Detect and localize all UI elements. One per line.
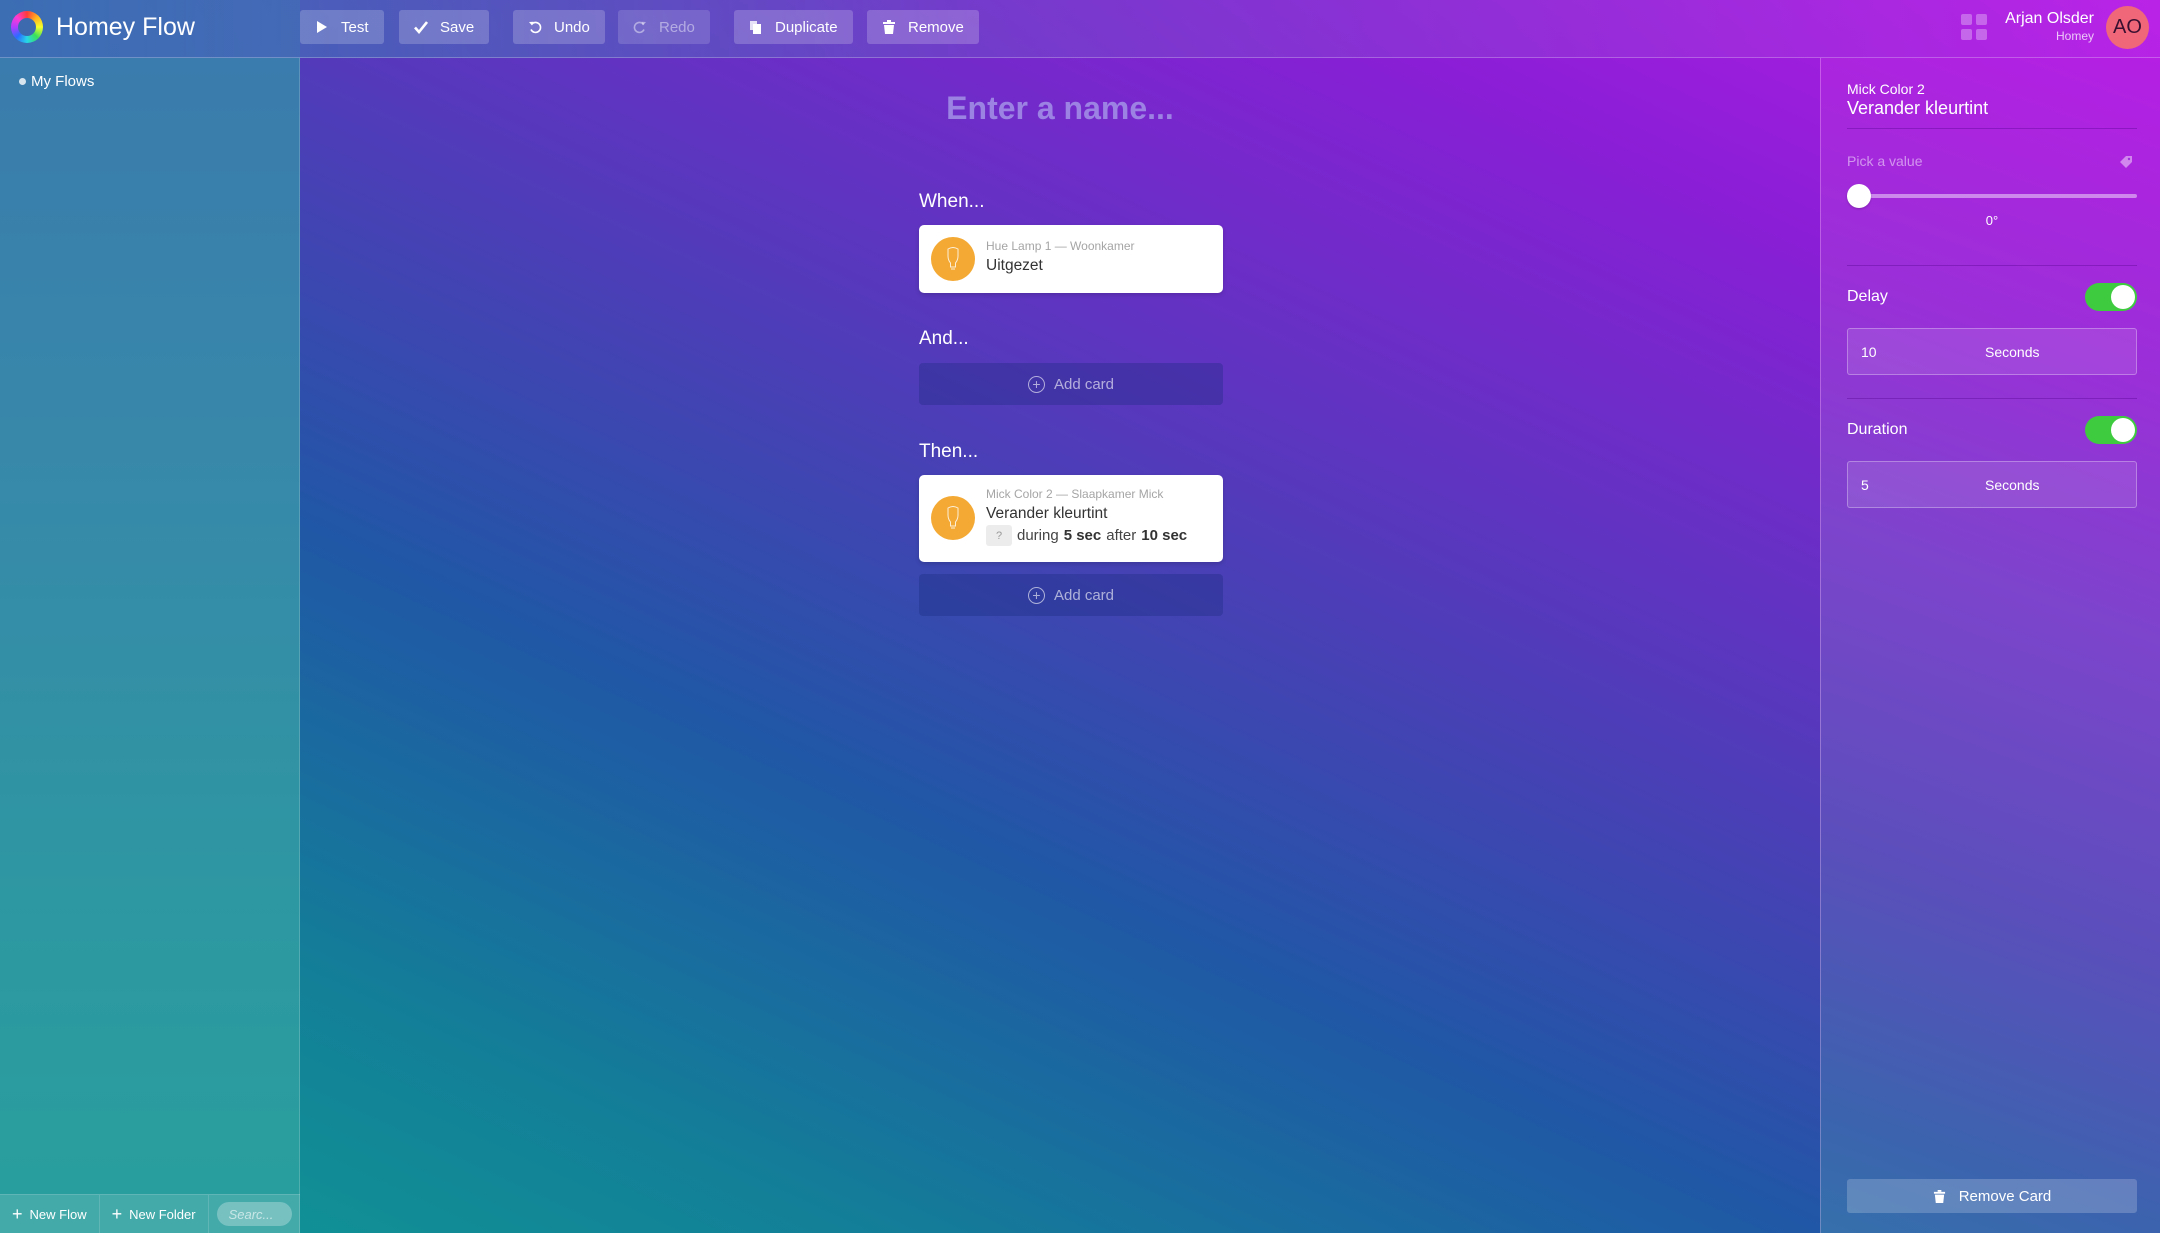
search-input[interactable] (216, 1202, 292, 1226)
when-card[interactable]: Hue Lamp 1 — Woonkamer Uitgezet (919, 225, 1223, 293)
sidebar-footer: + New Flow + New Folder (0, 1194, 300, 1233)
hue-argument-placeholder[interactable]: ? (986, 525, 1012, 546)
duplicate-button[interactable]: Duplicate (734, 10, 853, 44)
app-title: Homey Flow (56, 13, 195, 41)
homey-logo-icon (11, 11, 43, 43)
trash-icon (1933, 1189, 1945, 1203)
remove-button-label: Remove (908, 18, 964, 36)
delay-label: Delay (1847, 288, 1888, 305)
delay-toggle[interactable] (2085, 283, 2137, 311)
sidebar-item-my-flows[interactable]: My Flows (19, 73, 94, 90)
then-section-label: Then... (919, 441, 979, 462)
panel-card-owner: Mick Color 2 (1847, 81, 1925, 97)
card-title: Verander kleurtint (986, 505, 1108, 522)
add-card-label: Add card (1053, 586, 1115, 604)
duration-input[interactable]: 5 Seconds (1847, 461, 2137, 508)
duration-unit-select[interactable]: Seconds (1985, 477, 2039, 493)
play-icon (317, 21, 327, 33)
redo-button-label: Redo (659, 18, 695, 36)
card-title: Uitgezet (986, 257, 1043, 274)
duration-input-value[interactable]: 5 (1848, 477, 1985, 493)
top-bar: Homey Flow Test Save Undo Redo Duplicate… (0, 0, 2160, 58)
add-and-card-button[interactable]: + Add card (919, 363, 1223, 405)
remove-button[interactable]: Remove (867, 10, 979, 44)
during-word: during (1017, 527, 1059, 544)
test-button-label: Test (341, 18, 369, 36)
duration-label: Duration (1847, 421, 1908, 438)
user-name: Arjan Olsder (2005, 10, 2094, 27)
hue-slider[interactable] (1847, 184, 2137, 208)
plus-circle-icon: + (1027, 375, 1045, 393)
delay-unit-select[interactable]: Seconds (1985, 344, 2039, 360)
and-section-label: And... (919, 328, 969, 349)
trash-icon (883, 20, 895, 34)
undo-button[interactable]: Undo (513, 10, 605, 44)
card-owner: Mick Color 2 — Slaapkamer Mick (986, 487, 1164, 501)
when-section-label: When... (919, 191, 985, 212)
save-button[interactable]: Save (399, 10, 490, 44)
divider (1847, 398, 2137, 399)
plus-circle-icon: + (1027, 586, 1045, 604)
pick-value-label: Pick a value (1847, 153, 1923, 169)
duration-value: 5 sec (1063, 527, 1102, 544)
user-homey-name: Homey (2055, 29, 2094, 43)
card-settings-panel: Mick Color 2 Verander kleurtint Pick a v… (1820, 58, 2160, 1233)
tag-icon[interactable] (2120, 156, 2132, 168)
avatar[interactable]: AO (2106, 6, 2149, 49)
test-button[interactable]: Test (300, 10, 384, 44)
sidebar: My Flows + New Flow + New Folder (0, 58, 300, 1233)
lightbulb-icon (931, 496, 975, 540)
after-word: after (1106, 527, 1137, 544)
card-arguments: ? during 5 sec after 10 sec (986, 525, 1187, 546)
apps-grid-icon[interactable] (1961, 14, 1987, 40)
save-button-label: Save (440, 18, 475, 36)
panel-card-title: Verander kleurtint (1847, 98, 1989, 118)
remove-card-label: Remove Card (1958, 1187, 2052, 1205)
then-card[interactable]: Mick Color 2 — Slaapkamer Mick Verander … (919, 475, 1223, 562)
card-owner: Hue Lamp 1 — Woonkamer (986, 239, 1135, 253)
remove-card-button[interactable]: Remove Card (1847, 1179, 2137, 1213)
duplicate-icon (750, 21, 761, 34)
duration-toggle[interactable] (2085, 416, 2137, 444)
add-card-label: Add card (1053, 375, 1115, 393)
new-flow-label: New Flow (29, 1206, 87, 1222)
redo-icon (633, 21, 646, 34)
flow-name-input[interactable] (900, 90, 1220, 127)
bullet-icon (19, 78, 26, 85)
sidebar-item-label: My Flows (31, 73, 95, 90)
add-then-card-button[interactable]: + Add card (919, 574, 1223, 616)
slider-value: 0° (1985, 213, 1999, 228)
duplicate-button-label: Duplicate (775, 18, 838, 36)
divider (1847, 265, 2137, 266)
undo-icon (529, 21, 542, 34)
delay-value: 10 sec (1141, 527, 1188, 544)
divider (1847, 128, 2137, 129)
delay-input[interactable]: 10 Seconds (1847, 328, 2137, 375)
slider-thumb[interactable] (1847, 184, 1871, 208)
redo-button[interactable]: Redo (618, 10, 710, 44)
new-folder-label: New Folder (129, 1206, 196, 1222)
delay-input-value[interactable]: 10 (1848, 344, 1985, 360)
lightbulb-icon (931, 237, 975, 281)
new-flow-button[interactable]: + New Flow (0, 1195, 100, 1233)
new-folder-button[interactable]: + New Folder (100, 1195, 209, 1233)
check-icon (414, 21, 428, 34)
undo-button-label: Undo (554, 18, 590, 36)
plus-icon: + (111, 1203, 123, 1224)
plus-icon: + (12, 1203, 23, 1224)
